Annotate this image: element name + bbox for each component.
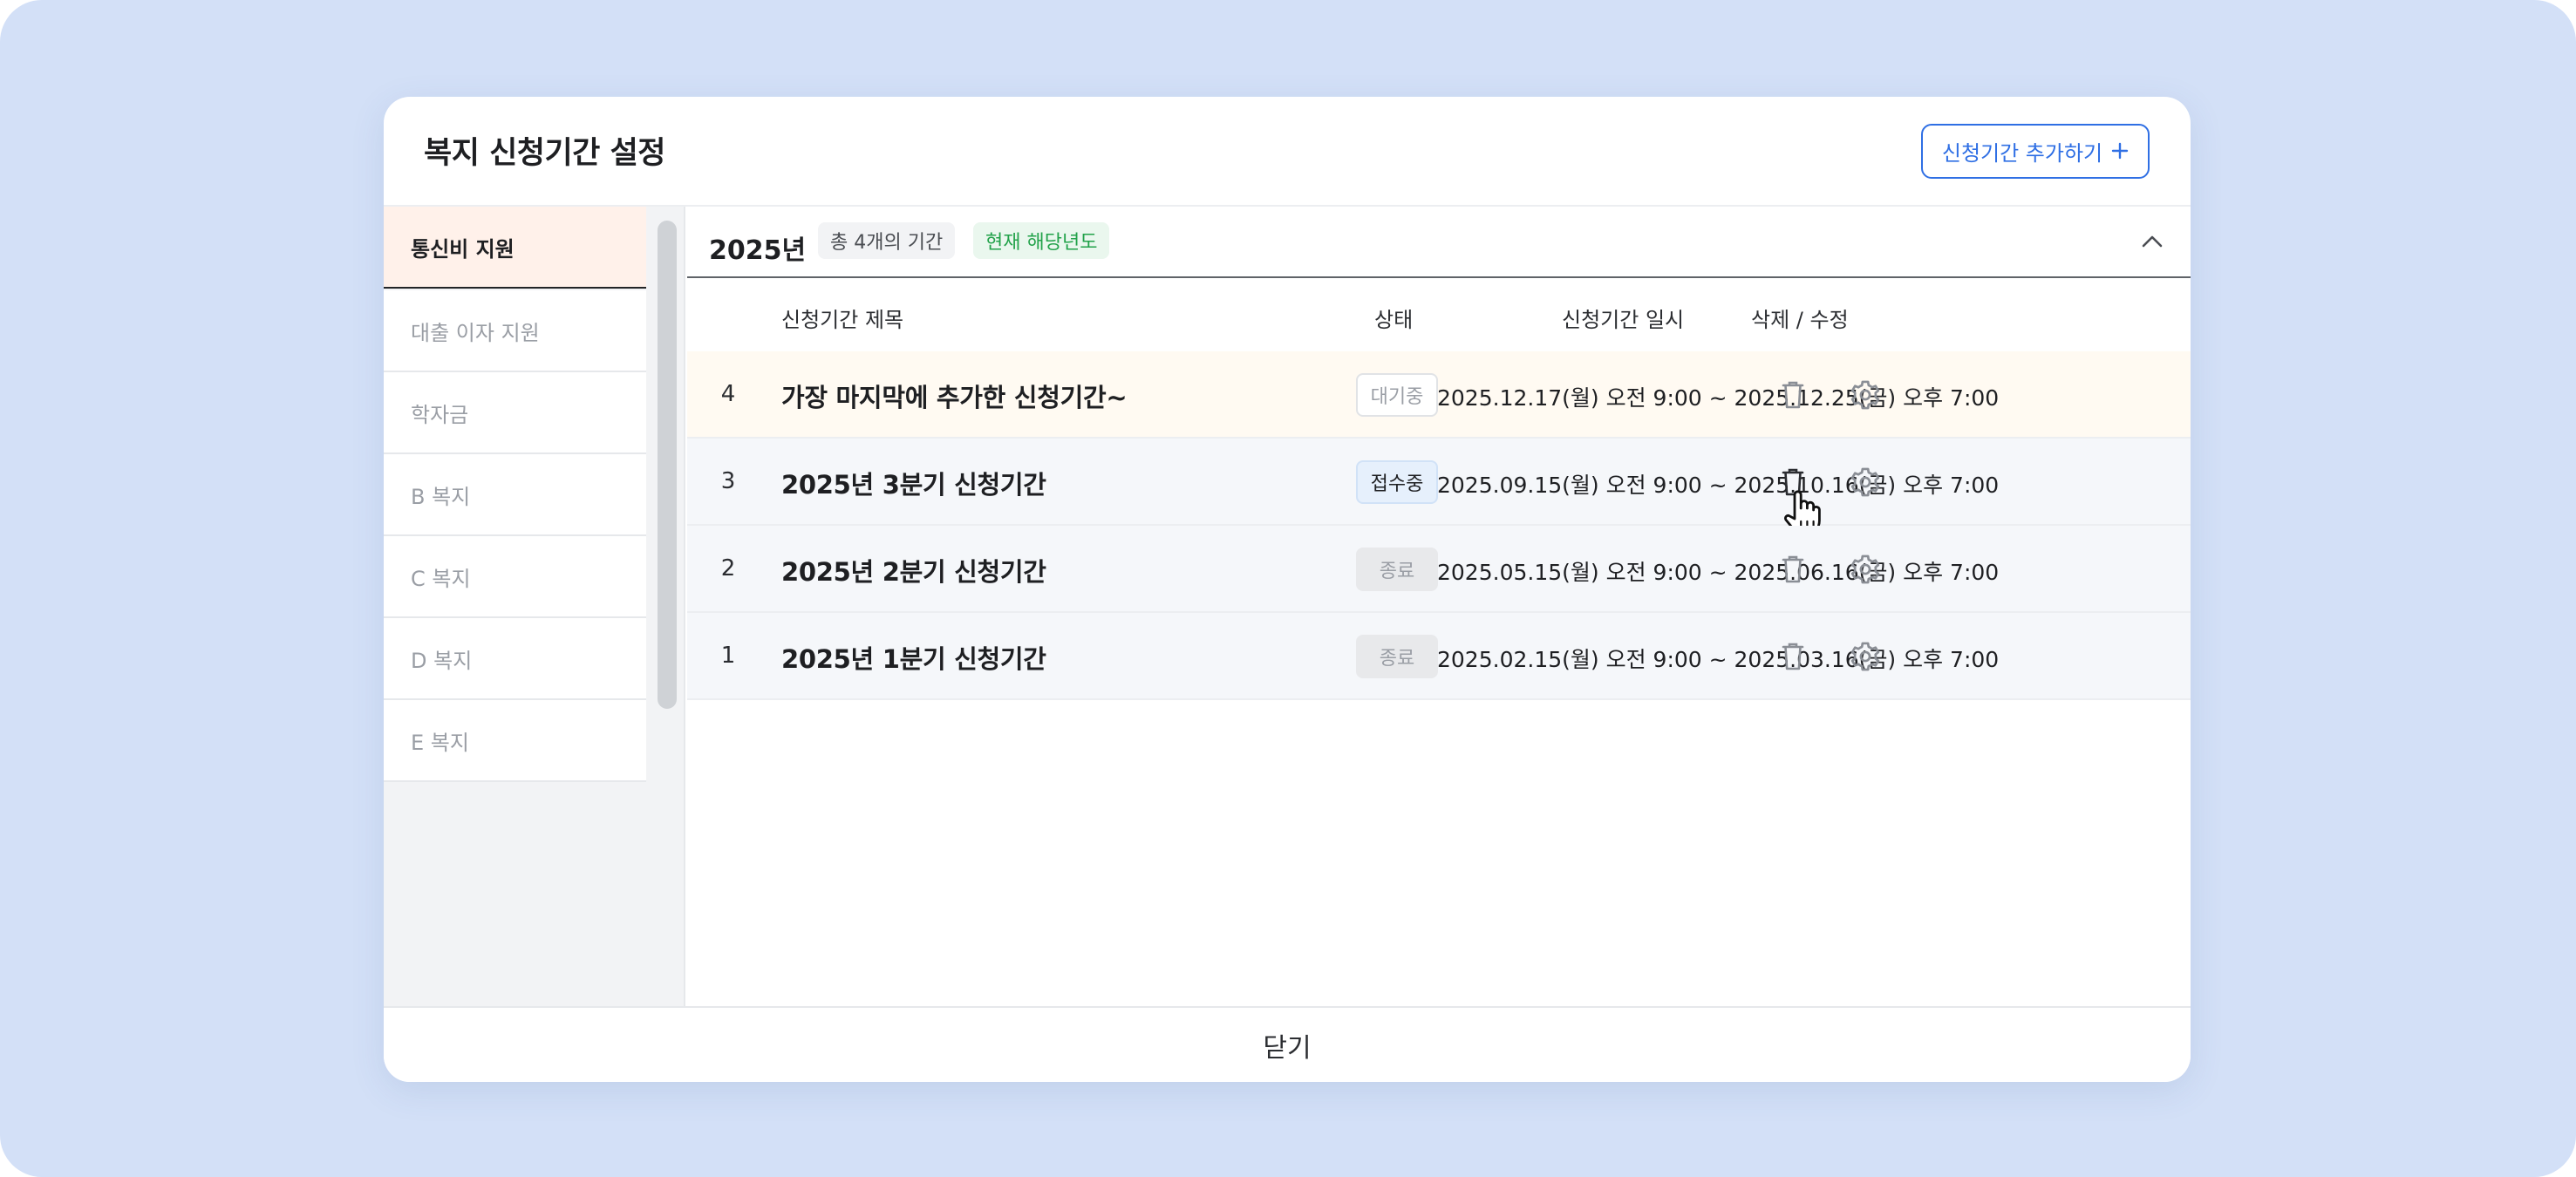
modal-header: 복지 신청기간 설정 신청기간 추가하기: [384, 97, 2191, 207]
sidebar-item-d[interactable]: D 복지: [384, 618, 646, 700]
sidebar-item-label: B 복지: [411, 484, 471, 509]
row-title: 가장 마지막에 추가한 신청기간~: [781, 383, 1128, 412]
sidebar-scrollbar[interactable]: [649, 207, 685, 1006]
header-datetime: 신청기간 일시: [1562, 308, 1685, 332]
row-title: 2025년 1분기 신청기간: [781, 644, 1046, 674]
row-number: 1: [720, 643, 736, 669]
add-period-button[interactable]: 신청기간 추가하기: [1921, 124, 2150, 179]
gear-icon[interactable]: [1846, 463, 1884, 501]
plus-icon: [2111, 139, 2129, 165]
modal-footer: 닫기: [384, 1006, 2191, 1082]
period-settings-modal: 복지 신청기간 설정 신청기간 추가하기 통신비 지원 대출 이자 지원 학자금…: [384, 97, 2191, 1082]
status-badge: 접수중: [1356, 460, 1438, 504]
sidebar-item-tuition[interactable]: 학자금: [384, 372, 646, 454]
modal-title: 복지 신청기간 설정: [424, 136, 665, 171]
year-section-header[interactable]: 2025년 총 4개의 기간 현재 해당년도: [687, 207, 2191, 278]
sidebar-item-label: 통신비 지원: [411, 236, 515, 262]
trash-icon[interactable]: [1774, 637, 1812, 676]
table-row[interactable]: 3 2025년 3분기 신청기간 접수중 2025.09.15(월) 오전 9:…: [687, 439, 2191, 536]
row-title: 2025년 3분기 신청기간: [781, 470, 1046, 500]
table-row[interactable]: 1 2025년 1분기 신청기간 종료 2025.02.15(월) 오전 9:0…: [687, 613, 2191, 700]
row-number: 3: [720, 468, 736, 494]
sidebar-item-e[interactable]: E 복지: [384, 700, 646, 782]
status-badge: 종료: [1356, 635, 1438, 678]
table-header: 신청기간 제목 상태 신청기간 일시 삭제 / 수정: [687, 280, 2191, 351]
welfare-sidebar: 통신비 지원 대출 이자 지원 학자금 B 복지 C 복지 D 복지 E 복지: [384, 207, 649, 1006]
period-count-badge: 총 4개의 기간: [818, 222, 956, 259]
trash-icon[interactable]: [1774, 376, 1812, 414]
sidebar-item-label: 대출 이자 지원: [411, 320, 540, 345]
year-title: 2025년: [709, 235, 807, 266]
chevron-up-icon[interactable]: [2135, 224, 2170, 259]
period-content: 2025년 총 4개의 기간 현재 해당년도 신청기간 제목 상태 신청기간 일…: [687, 207, 2191, 1006]
header-title: 신청기간 제목: [781, 308, 904, 332]
trash-icon[interactable]: [1774, 550, 1812, 588]
current-year-badge: 현재 해당년도: [973, 222, 1110, 259]
close-button[interactable]: 닫기: [1263, 1026, 1311, 1065]
sidebar-item-b[interactable]: B 복지: [384, 454, 646, 536]
sidebar-item-label: E 복지: [411, 730, 469, 755]
row-title: 2025년 2분기 신청기간: [781, 557, 1046, 587]
row-number: 4: [720, 381, 736, 407]
sidebar-item-telecom[interactable]: 통신비 지원: [384, 207, 646, 289]
row-number: 2: [720, 555, 736, 582]
gear-icon[interactable]: [1846, 550, 1884, 588]
sidebar-item-label: C 복지: [411, 566, 471, 591]
gear-icon[interactable]: [1846, 376, 1884, 414]
gear-icon[interactable]: [1846, 637, 1884, 676]
table-row[interactable]: 4 가장 마지막에 추가한 신청기간~ 대기중 2025.12.17(월) 오전…: [687, 351, 2191, 439]
sidebar-item-label: 학자금: [411, 402, 469, 427]
status-badge: 종료: [1356, 548, 1438, 591]
sidebar-item-c[interactable]: C 복지: [384, 536, 646, 618]
header-status: 상태: [1374, 308, 1414, 332]
add-period-button-label: 신청기간 추가하기: [1941, 141, 2103, 166]
sidebar-item-loan-interest[interactable]: 대출 이자 지원: [384, 290, 646, 372]
header-actions: 삭제 / 수정: [1751, 308, 1849, 332]
table-row[interactable]: 2 2025년 2분기 신청기간 종료 2025.05.15(월) 오전 9:0…: [687, 526, 2191, 613]
sidebar-item-label: D 복지: [411, 648, 473, 673]
status-badge: 대기중: [1356, 373, 1438, 417]
sidebar-scrollbar-thumb[interactable]: [658, 221, 677, 709]
